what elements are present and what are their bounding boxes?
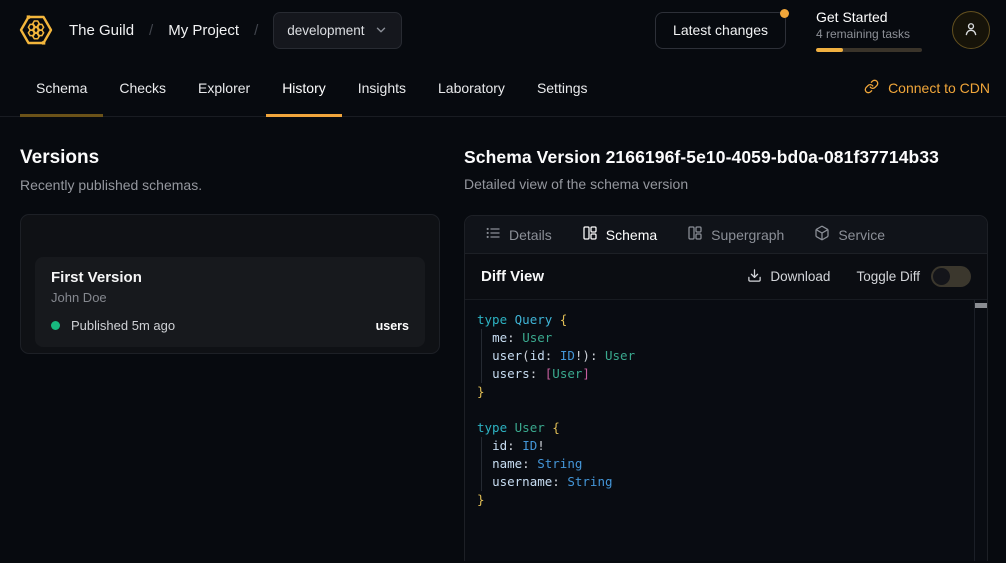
version-name: First Version [51, 269, 409, 286]
toggle-diff-label: Toggle Diff [856, 269, 920, 284]
tab-insights[interactable]: Insights [342, 60, 422, 116]
get-started-subtitle: 4 remaining tasks [816, 27, 922, 41]
code-scrollbar[interactable] [974, 300, 987, 561]
link-icon [864, 79, 879, 97]
target-nav: Schema Checks Explorer History Insights … [0, 60, 1006, 117]
code-line: type User { [477, 419, 961, 437]
detail-tab-label: Supergraph [711, 227, 784, 243]
diff-toolbar: Diff View Download Toggle Diff [465, 254, 987, 300]
detail-tab-service[interactable]: Service [814, 225, 885, 244]
toggle-diff-switch[interactable] [931, 266, 971, 287]
tab-laboratory[interactable]: Laboratory [422, 60, 521, 116]
tab-label: Schema [36, 80, 87, 96]
latest-changes-label: Latest changes [673, 22, 768, 38]
environment-selector-value: development [287, 23, 364, 38]
download-button[interactable]: Download [747, 268, 830, 286]
box-icon [814, 225, 830, 244]
tab-label: Insights [358, 80, 406, 96]
tab-history[interactable]: History [266, 60, 342, 116]
diff-view-title: Diff View [481, 268, 544, 285]
project-name[interactable]: My Project [168, 22, 239, 39]
get-started-title: Get Started [816, 9, 922, 25]
tab-explorer[interactable]: Explorer [182, 60, 266, 116]
versions-panel: Versions Recently published schemas. Fir… [20, 147, 440, 563]
version-meta: Published 5m ago users [51, 318, 409, 333]
detail-tab-label: Details [509, 227, 552, 243]
tab-label: History [282, 80, 326, 96]
tab-label: Checks [119, 80, 166, 96]
tab-label: Laboratory [438, 80, 505, 96]
main-content: Versions Recently published schemas. Fir… [0, 117, 1006, 563]
environment-selector[interactable]: development [273, 12, 401, 49]
tab-label: Explorer [198, 80, 250, 96]
code-line: } [477, 491, 961, 509]
detail-tab-supergraph[interactable]: Supergraph [687, 225, 784, 244]
detail-tab-label: Schema [606, 227, 657, 243]
code-line: name: String [477, 455, 961, 473]
breadcrumb: The Guild / My Project / development [18, 12, 402, 49]
version-status: Published 5m ago [71, 318, 175, 333]
chevron-down-icon [374, 23, 388, 37]
code-scrollbar-thumb[interactable] [975, 303, 987, 308]
code-line [477, 401, 961, 419]
user-avatar[interactable] [952, 11, 990, 49]
schema-version-title: Schema Version 2166196f-5e10-4059-bd0a-0… [464, 147, 988, 168]
version-detail-panel: Schema Version 2166196f-5e10-4059-bd0a-0… [464, 147, 988, 563]
notification-dot [780, 9, 789, 18]
columns-icon [582, 225, 598, 244]
tab-settings[interactable]: Settings [521, 60, 604, 116]
detail-tab-schema[interactable]: Schema [582, 225, 657, 244]
download-icon [747, 268, 762, 286]
code-line: id: ID! [477, 437, 961, 455]
latest-changes-button[interactable]: Latest changes [655, 12, 786, 49]
version-list-item[interactable]: First Version John Doe Published 5m ago … [35, 257, 425, 347]
columns-icon [687, 225, 703, 244]
detail-tab-label: Service [838, 227, 885, 243]
version-service-badge: users [376, 319, 409, 333]
tab-schema[interactable]: Schema [20, 60, 103, 116]
code-line: type Query { [477, 311, 961, 329]
org-name[interactable]: The Guild [69, 22, 134, 39]
header-actions: Latest changes Get Started 4 remaining t… [655, 9, 990, 52]
diff-actions: Download Toggle Diff [747, 266, 971, 287]
get-started-progressbar [816, 48, 922, 52]
connect-to-cdn-button[interactable]: Connect to CDN [864, 79, 990, 97]
published-status-icon [51, 321, 60, 330]
get-started-widget[interactable]: Get Started 4 remaining tasks [816, 9, 922, 52]
code-block: type Query { me: User user(id: ID!): Use… [477, 311, 961, 509]
hive-logo-icon[interactable] [18, 12, 54, 48]
list-icon [485, 225, 501, 244]
toggle-diff-control: Toggle Diff [856, 266, 971, 287]
code-line: } [477, 383, 961, 401]
code-line: username: String [477, 473, 961, 491]
code-line: me: User [477, 329, 961, 347]
page: The Guild / My Project / development Lat… [0, 0, 1006, 563]
code-line: users: [User] [477, 365, 961, 383]
progress-fill [816, 48, 843, 52]
app-header: The Guild / My Project / development Lat… [0, 0, 1006, 60]
versions-subtitle: Recently published schemas. [20, 177, 440, 193]
connect-to-cdn-label: Connect to CDN [888, 80, 990, 96]
detail-tabs: Details Schema Supergraph [465, 216, 987, 254]
switch-knob [933, 268, 950, 285]
breadcrumb-separator: / [254, 22, 258, 39]
tab-checks[interactable]: Checks [103, 60, 182, 116]
version-author: John Doe [51, 290, 409, 305]
versions-title: Versions [20, 147, 440, 169]
versions-list-card: First Version John Doe Published 5m ago … [20, 214, 440, 354]
schema-viewer: Details Schema Supergraph [464, 215, 988, 561]
person-icon [962, 20, 980, 41]
sdl-code-viewer[interactable]: type Query { me: User user(id: ID!): Use… [465, 300, 987, 561]
code-line: user(id: ID!): User [477, 347, 961, 365]
tab-label: Settings [537, 80, 588, 96]
detail-tab-details[interactable]: Details [485, 225, 552, 244]
download-label: Download [770, 269, 830, 284]
schema-version-subtitle: Detailed view of the schema version [464, 176, 988, 192]
breadcrumb-separator: / [149, 22, 153, 39]
